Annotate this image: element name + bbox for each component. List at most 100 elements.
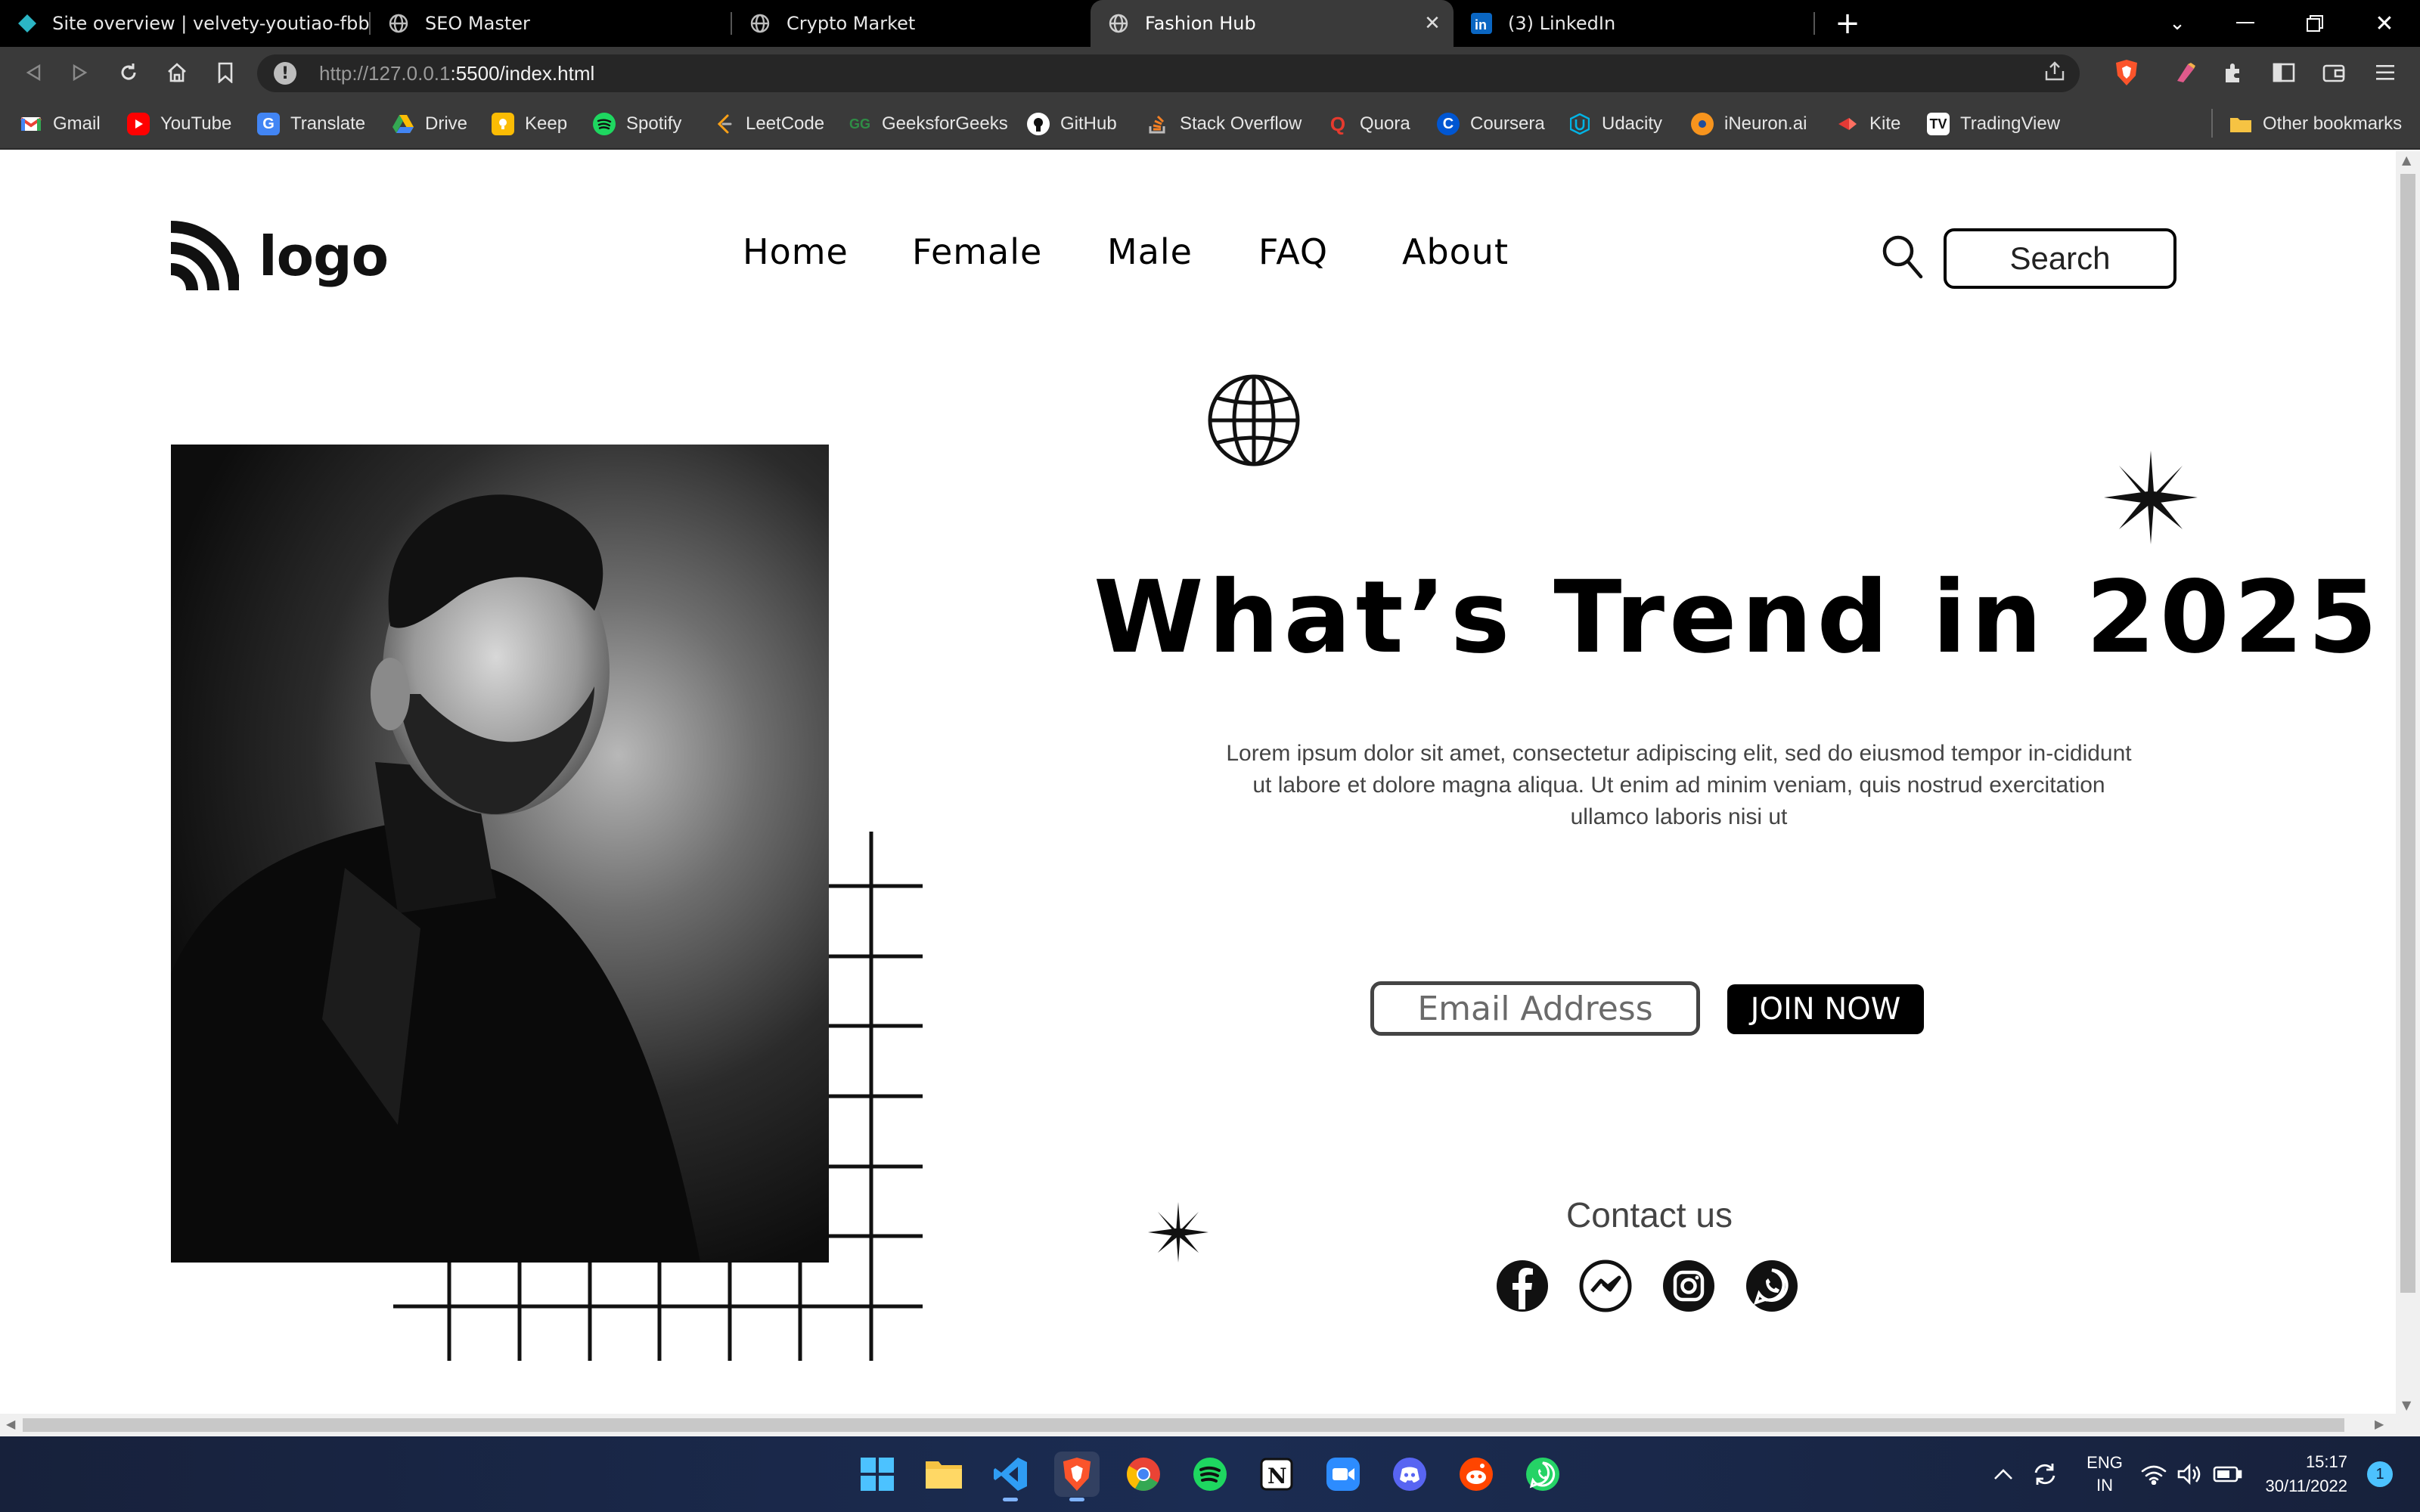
minimize-button[interactable] [2211,0,2279,47]
clock[interactable]: 15:17 30/11/2022 [2254,1436,2347,1512]
bookmark-translate[interactable]: G Translate [257,110,365,138]
bookmark-youtube[interactable]: YouTube [127,110,231,138]
whatsapp-icon[interactable] [1745,1259,1798,1312]
site-logo[interactable]: logo [168,221,389,292]
tab-crypto-market[interactable]: Crypto Market [732,0,1091,47]
bookmark-leetcode[interactable]: LeetCode [712,110,824,138]
battery-icon[interactable] [2213,1436,2243,1512]
nav-about[interactable]: About [1402,231,1509,272]
nav-male[interactable]: Male [1107,231,1193,272]
share-icon[interactable] [2043,60,2066,87]
svg-text:in: in [1475,17,1487,33]
nav-female[interactable]: Female [912,231,1042,272]
sparkle-icon [2104,451,2198,544]
stackoverflow-icon [1146,113,1169,135]
bookmark-drive[interactable]: Drive [392,110,467,138]
search-input[interactable]: Search [1944,228,2176,289]
quora-icon: Q [1329,112,1346,135]
reload-icon[interactable] [112,56,145,89]
bookmark-coursera[interactable]: C Coursera [1437,110,1545,138]
bookmark-geeksforgeeks[interactable]: GG GeeksforGeeks [849,110,1008,138]
coursera-icon: C [1437,113,1460,135]
forward-icon[interactable] [64,56,97,89]
email-field[interactable]: Email Address [1370,981,1700,1036]
udacity-icon [1568,113,1591,135]
discord-icon[interactable] [1387,1452,1432,1497]
address-bar[interactable]: ! http://127.0.0.1:5500/index.html [257,54,2080,92]
bookmark-spotify[interactable]: Spotify [593,110,681,138]
close-icon[interactable]: ✕ [1419,10,1446,37]
sidebar-icon[interactable] [2267,56,2301,89]
brave-shields-icon[interactable] [2110,56,2143,89]
bookmark-tradingview[interactable]: TV TradingView [1927,110,2060,138]
netlify-diamond-icon [17,12,37,35]
address-url[interactable]: http://127.0.0.1:5500/index.html [319,62,594,85]
tab-title: Fashion Hub [1145,13,1256,34]
whatsapp-icon[interactable] [1520,1452,1565,1497]
tab-title: Site overview | velvety-youtiao-fbb788 [52,13,371,34]
bookmark-udacity[interactable]: Udacity [1568,110,1662,138]
tab-seo-master[interactable]: SEO Master [371,0,732,47]
bookmark-ineuron[interactable]: iNeuron.ai [1691,110,1807,138]
instagram-icon[interactable] [1662,1259,1715,1312]
windows-start-icon[interactable] [855,1452,900,1497]
chrome-icon[interactable] [1121,1452,1166,1497]
nav-faq[interactable]: FAQ [1258,231,1328,272]
notification-badge[interactable]: 1 [2367,1436,2393,1512]
rss-logo-icon [170,221,239,291]
tab-search-chevron-icon[interactable]: ⌄ [2143,0,2211,47]
vertical-scroll-thumb[interactable] [2400,174,2415,1293]
tab-title: (3) LinkedIn [1508,13,1616,34]
bookmark-gmail[interactable]: Gmail [20,110,101,138]
kite-icon [1836,113,1859,135]
vertical-scrollbar[interactable]: ▲ ▼ [2396,151,2420,1414]
scroll-right-icon[interactable]: ▶ [2375,1417,2384,1431]
restore-button[interactable] [2281,0,2349,47]
language-indicator[interactable]: ENG IN [2078,1436,2131,1512]
bookmark-icon[interactable] [209,56,242,89]
tab-linkedin[interactable]: in (3) LinkedIn [1454,0,1815,47]
bookmark-keep[interactable]: Keep [492,110,567,138]
wifi-icon[interactable] [2140,1436,2167,1512]
sync-icon[interactable] [2031,1436,2059,1512]
back-icon[interactable] [17,56,50,89]
file-explorer-icon[interactable] [921,1452,966,1497]
search-icon[interactable] [1880,233,1925,284]
tab-fashion-hub[interactable]: Fashion Hub ✕ [1091,0,1454,47]
wallet-icon[interactable] [2317,56,2350,89]
extensions-icon[interactable] [2217,56,2251,89]
tray-overflow-icon[interactable] [1993,1436,2013,1512]
vscode-icon[interactable] [988,1452,1033,1501]
facebook-icon[interactable] [1496,1259,1549,1312]
other-bookmarks-folder[interactable]: Other bookmarks [2229,110,2402,138]
spotify-icon[interactable] [1187,1452,1233,1497]
bookmark-github[interactable]: GitHub [1027,110,1117,138]
join-now-button[interactable]: JOIN NOW [1727,984,1924,1034]
menu-icon[interactable] [2369,56,2402,89]
zoom-icon[interactable] [1320,1452,1366,1497]
horizontal-scrollbar[interactable]: ◀ ▶ [0,1414,2420,1436]
rewards-icon[interactable] [2169,56,2202,89]
bookmark-kite[interactable]: Kite [1836,110,1900,138]
scroll-left-icon[interactable]: ◀ [6,1417,15,1431]
volume-icon[interactable] [2176,1436,2204,1512]
reddit-icon[interactable] [1454,1452,1499,1497]
home-icon[interactable] [160,56,194,89]
close-window-button[interactable]: ✕ [2350,0,2418,47]
new-tab-button[interactable]: + [1830,6,1865,41]
horizontal-scroll-thumb[interactable] [23,1418,2344,1432]
brave-icon[interactable] [1054,1452,1100,1501]
scroll-up-icon[interactable]: ▲ [2402,153,2411,167]
messenger-icon[interactable] [1579,1259,1632,1312]
notion-icon[interactable]: N [1254,1452,1299,1497]
bookmark-stackoverflow[interactable]: Stack Overflow [1146,110,1302,138]
geeksforgeeks-icon: GG [849,116,870,132]
globe-icon [1208,374,1300,466]
scroll-down-icon[interactable]: ▼ [2402,1398,2411,1412]
nav-home[interactable]: Home [743,231,849,272]
bookmark-quora[interactable]: Q Quora [1326,110,1410,138]
site-info-icon[interactable]: ! [274,62,296,85]
browser-toolbar: ! http://127.0.0.1:5500/index.html [0,47,2420,98]
tab-site-overview[interactable]: Site overview | velvety-youtiao-fbb788 [0,0,371,47]
hero-headline: What’s Trend in 2025 ? [1094,559,2396,676]
